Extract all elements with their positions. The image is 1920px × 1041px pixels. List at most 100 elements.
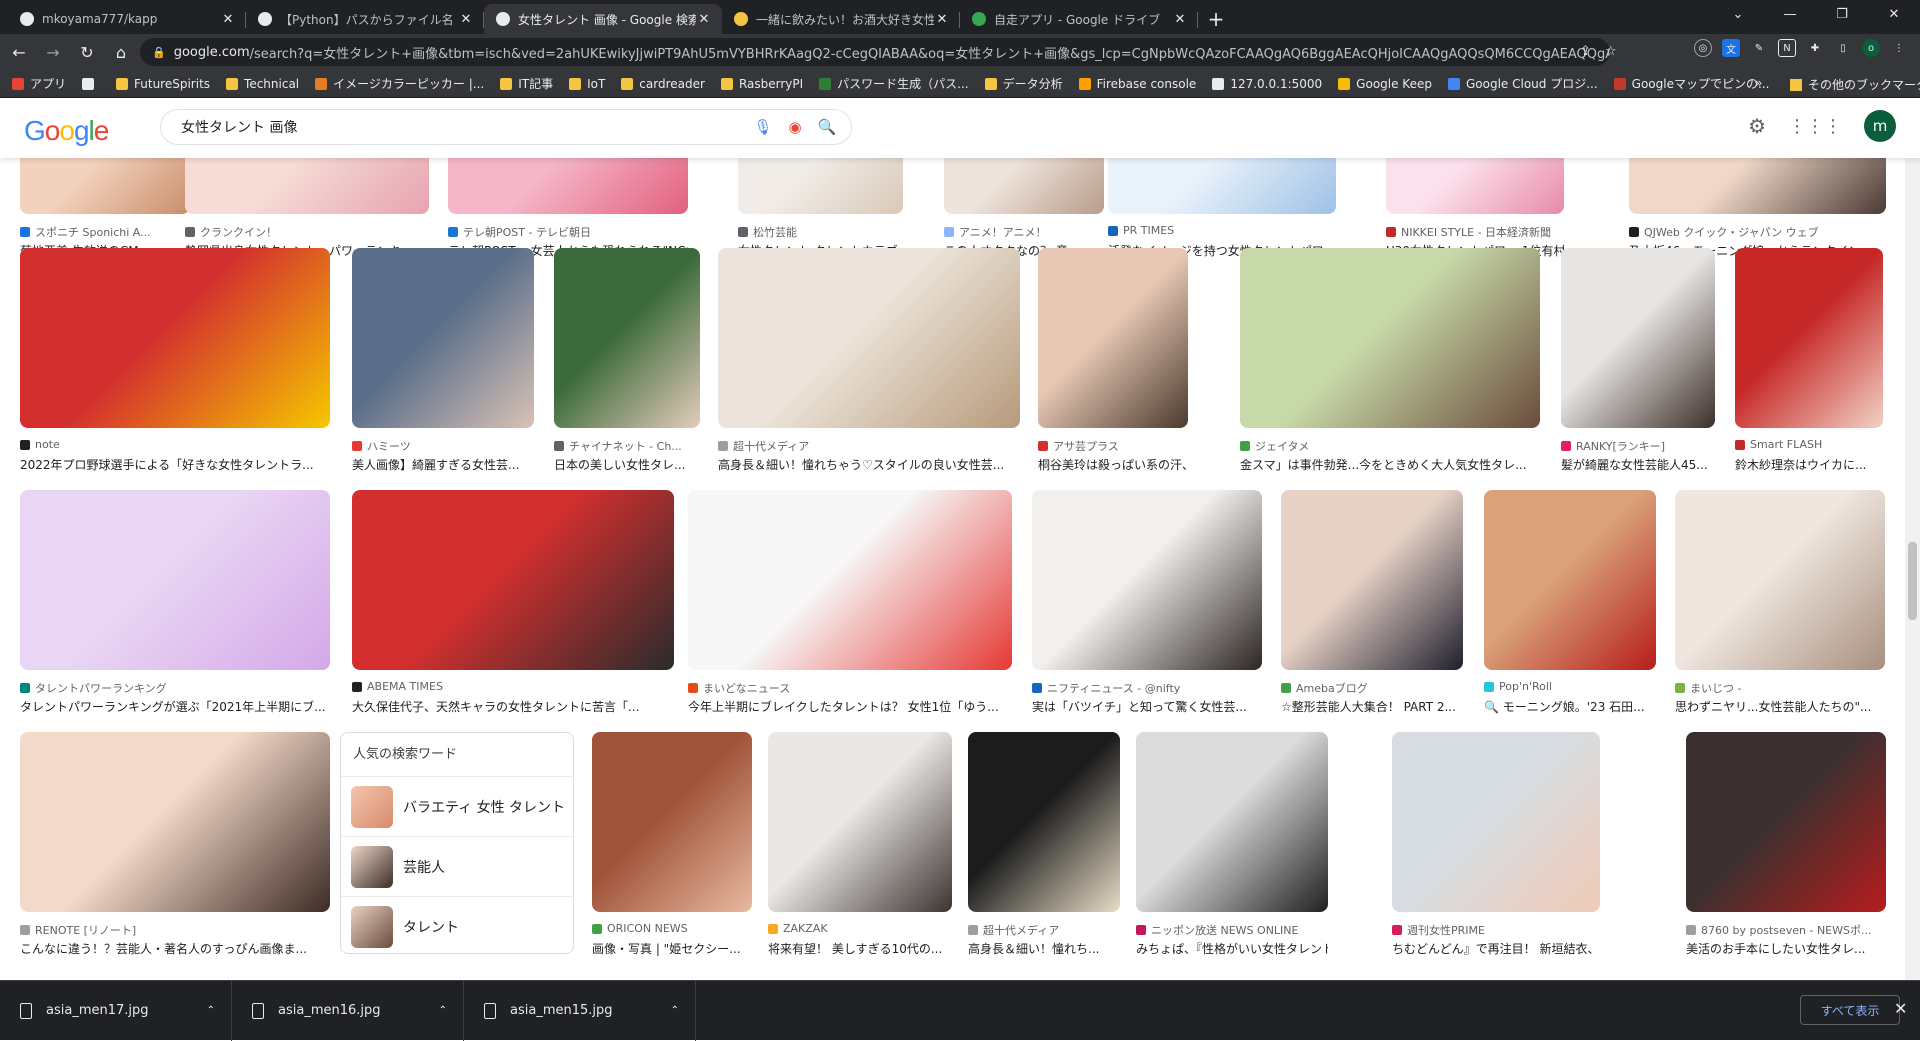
image-result-card[interactable]: 松竹芸能女性タレント タレントカテゴ... xyxy=(738,158,903,260)
avatar[interactable]: m xyxy=(1864,110,1896,142)
chevron-up-icon[interactable]: ⌃ xyxy=(207,1005,215,1016)
result-source[interactable]: ジェイタメ xyxy=(1240,438,1540,454)
minimize-button[interactable]: — xyxy=(1764,0,1816,30)
result-title[interactable]: 高身長＆細い！憧れちゃう♡スタイルの良い女性芸... xyxy=(718,456,1020,473)
close-shelf-icon[interactable]: ✕ xyxy=(1894,999,1907,1018)
result-source[interactable]: ニフティニュース - @nifty xyxy=(1032,680,1262,696)
result-source[interactable]: Pop'n'Roll xyxy=(1484,680,1656,693)
image-result-card[interactable]: まいじつ - 思わずニヤリ...女性芸能人たちの"... xyxy=(1675,490,1885,716)
image-result-card[interactable]: 週刊女性PRIME ちむどんどん』で再注目！ 新垣結衣、満島ひ... xyxy=(1392,732,1600,958)
voice-search-icon[interactable]: 🎙 xyxy=(747,118,779,136)
tab-close-icon[interactable]: ✕ xyxy=(220,12,236,27)
download-item[interactable]: asia_men15.jpg ⌃ xyxy=(464,980,696,1041)
translate-icon[interactable]: 文 xyxy=(1722,39,1740,57)
result-title[interactable]: 高身長＆細い！憧れち... xyxy=(968,940,1120,957)
tab-close-icon[interactable]: ✕ xyxy=(934,12,950,27)
result-source[interactable]: タレントパワーランキング xyxy=(20,680,330,696)
result-source[interactable]: チャイナネット - Ch... xyxy=(554,438,700,454)
image-result-card[interactable]: 8760 by postseven - NEWSポ... 美活のお手本にしたい女性… xyxy=(1686,732,1886,958)
image-thumbnail[interactable] xyxy=(1136,732,1328,912)
image-thumbnail[interactable] xyxy=(1240,248,1540,428)
bookmark-7[interactable]: cardreader xyxy=(621,77,705,91)
reload-button[interactable]: ↻ xyxy=(72,37,102,67)
image-result-card[interactable]: チャイナネット - Ch... 日本の美しい女性タレ... xyxy=(554,248,700,474)
image-result-card[interactable]: ニッポン放送 NEWS ONLINE みちょぱ、『性格がいい女性タレントラ... xyxy=(1136,732,1328,958)
popular-search-item[interactable]: 芸能人 xyxy=(341,837,573,897)
result-title[interactable]: 実は「バツイチ」と知って驚く女性芸... xyxy=(1032,698,1262,715)
image-result-card[interactable]: アサ芸プラス桐谷美玲は殺っぱい系の汗、... xyxy=(1038,248,1188,474)
image-result-card[interactable]: Smart FLASH 鈴木紗理奈はウイカに... xyxy=(1735,248,1883,474)
tab-3[interactable]: 一緒に飲みたい！お酒大好き女性タ ✕ xyxy=(722,4,960,34)
image-thumbnail[interactable] xyxy=(1386,158,1564,214)
bookmark-1[interactable] xyxy=(82,77,100,90)
back-button[interactable]: ← xyxy=(4,37,34,67)
result-title[interactable]: みちょぱ、『性格がいい女性タレントラ... xyxy=(1136,940,1328,957)
image-thumbnail[interactable] xyxy=(1735,248,1883,428)
result-title[interactable]: 髪が綺麗な女性芸能人45... xyxy=(1561,456,1715,473)
result-source[interactable]: 8760 by postseven - NEWSポ... xyxy=(1686,922,1886,938)
bookmark-2[interactable]: FutureSpirits xyxy=(116,77,210,91)
result-source[interactable]: ニッポン放送 NEWS ONLINE xyxy=(1136,922,1328,938)
image-result-card[interactable]: クランクイン！静岡県出身女性タレント」パワーランキ... xyxy=(185,158,429,260)
image-result-card[interactable]: Amebaブログ ☆整形芸能人大集合！ PART 2... xyxy=(1281,490,1463,716)
bookmark-11[interactable]: Firebase console xyxy=(1078,77,1196,91)
image-result-card[interactable]: ジェイタメ 金スマ」は事件勃発...今をときめく大人気女性タレ... xyxy=(1240,248,1540,474)
bookmark-3[interactable]: Technical xyxy=(226,77,299,91)
close-window-button[interactable]: ✕ xyxy=(1868,0,1920,30)
notion-icon[interactable]: N xyxy=(1778,39,1796,57)
result-source[interactable]: NIKKEI STYLE - 日本経済新聞 xyxy=(1386,224,1564,240)
result-source[interactable]: ZAKZAK xyxy=(768,922,952,935)
result-source[interactable]: RENOTE [リノート] xyxy=(20,922,330,938)
tab-close-icon[interactable]: ✕ xyxy=(458,12,474,27)
image-thumbnail[interactable] xyxy=(1392,732,1600,912)
image-result-card[interactable]: note 2022年プロ野球選手による「好きな女性タレントラ... xyxy=(20,248,330,474)
share-icon[interactable]: ⇪ xyxy=(1580,44,1591,59)
search-input[interactable]: 女性タレント 画像 xyxy=(181,117,747,137)
image-thumbnail[interactable] xyxy=(1561,248,1715,428)
result-source[interactable]: ハミーツ xyxy=(352,438,534,454)
forward-button[interactable]: → xyxy=(38,37,68,67)
result-title[interactable]: 美人画像】綺麗すぎる女性芸... xyxy=(352,456,534,473)
image-thumbnail[interactable] xyxy=(968,732,1120,912)
result-source[interactable]: 週刊女性PRIME xyxy=(1392,922,1600,938)
image-result-card[interactable]: 超十代メディア 高身長＆細い！憧れちゃう♡スタイルの良い女性芸... xyxy=(718,248,1020,474)
bookmark-6[interactable]: IoT xyxy=(569,77,605,91)
image-thumbnail[interactable] xyxy=(1484,490,1656,670)
image-thumbnail[interactable] xyxy=(768,732,952,912)
image-result-card[interactable]: スポニチ Sponichi A...菊地亜美 生放送のCM... xyxy=(20,158,190,260)
tab-1[interactable]: 【Python】パスからファイル名（拡張子✕ xyxy=(246,4,484,34)
image-thumbnail[interactable] xyxy=(352,490,674,670)
pen-icon[interactable]: ✎ xyxy=(1750,39,1768,57)
bookmark-15[interactable]: Googleマップでピンの... xyxy=(1613,75,1769,92)
image-thumbnail[interactable] xyxy=(352,248,534,428)
bookmark-4[interactable]: イメージカラーピッカー |... xyxy=(315,75,484,92)
image-result-card[interactable]: ZAKZAK 将来有望！ 美しすぎる10代の... xyxy=(768,732,952,958)
result-source[interactable]: 超十代メディア xyxy=(718,438,1020,454)
result-source[interactable]: クランクイン！ xyxy=(185,224,429,240)
search-box[interactable]: 女性タレント 画像 🎙 ◉ 🔍 xyxy=(160,109,852,145)
download-item[interactable]: asia_men16.jpg ⌃ xyxy=(232,980,464,1041)
lens-icon[interactable]: ◉ xyxy=(779,118,811,136)
image-thumbnail[interactable] xyxy=(1629,158,1886,214)
bookmark-5[interactable]: IT記事 xyxy=(500,75,553,92)
image-result-card[interactable]: ハミーツ美人画像】綺麗すぎる女性芸... xyxy=(352,248,534,474)
profile-icon[interactable]: o xyxy=(1862,39,1880,57)
sidepanel-icon[interactable]: ▯ xyxy=(1834,39,1852,57)
show-all-downloads-button[interactable]: すべて表示 xyxy=(1800,995,1900,1025)
image-result-card[interactable]: NIKKEI STYLE - 日本経済新聞U30女性タレントパワー 1位有村架純… xyxy=(1386,158,1564,260)
result-source[interactable]: PR TIMES xyxy=(1108,224,1336,237)
tab-0[interactable]: mkoyama777/kapp ✕ xyxy=(8,4,246,34)
other-bookmarks[interactable]: その他のブックマーク xyxy=(1790,76,1920,93)
bookmark-8[interactable]: RasberryPI xyxy=(720,77,803,91)
tab-4[interactable]: 自走アプリ - Google ドライブ ✕ xyxy=(960,4,1198,34)
image-thumbnail[interactable] xyxy=(448,158,688,214)
chevron-up-icon[interactable]: ⌃ xyxy=(671,1005,679,1016)
result-title[interactable]: 思わずニヤリ...女性芸能人たちの"... xyxy=(1675,698,1885,715)
image-thumbnail[interactable] xyxy=(1032,490,1262,670)
bookmark-9[interactable]: パスワード生成（パス... xyxy=(819,75,969,92)
image-result-card[interactable]: Pop'n'Roll 🔍 モーニング娘。'23 石田... xyxy=(1484,490,1656,716)
bookmark-10[interactable]: データ分析 xyxy=(984,75,1063,92)
settings-gear-icon[interactable]: ⚙ xyxy=(1748,114,1766,138)
result-source[interactable]: QJWeb クイック・ジャパン ウェブ xyxy=(1629,224,1886,240)
result-title[interactable]: 画像・写真 | "姫セクシー... xyxy=(592,940,752,957)
